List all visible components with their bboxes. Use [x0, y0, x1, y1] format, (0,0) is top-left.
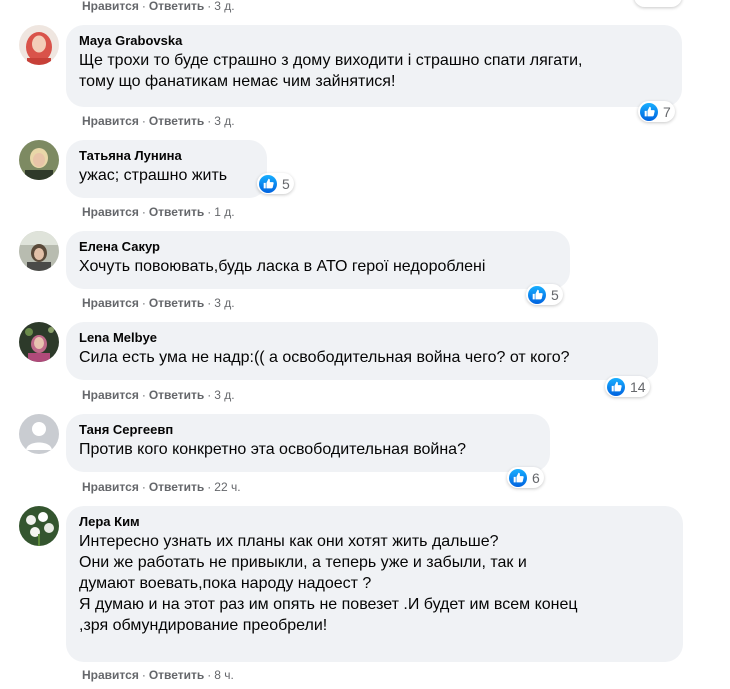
comment-bubble: Елена Сакур Хочуть повоювать,будь ласка …: [66, 231, 570, 289]
reaction-count-badge[interactable]: 5: [526, 284, 563, 305]
comment-bubble: Лера Ким Интересно узнать их планы как о…: [66, 506, 683, 662]
comment-text: Интересно узнать их планы как они хотят …: [79, 533, 578, 634]
comment-text: Хочуть повоювать,будь ласка в АТО герої …: [79, 258, 486, 275]
thumbs-up-icon: [259, 174, 277, 193]
avatar[interactable]: [19, 231, 59, 271]
comment-author[interactable]: Татьяна Лунина: [79, 148, 255, 164]
comment-bubble: Таня Сергеевп Против кого конкретно эта …: [66, 414, 550, 472]
reply-link[interactable]: Ответить: [149, 205, 204, 219]
reply-link[interactable]: Ответить: [149, 388, 204, 402]
comment-time[interactable]: 3 д.: [214, 296, 234, 310]
reply-link[interactable]: Ответить: [149, 480, 204, 494]
comment-author[interactable]: Лера Ким: [79, 514, 671, 530]
avatar[interactable]: [19, 25, 59, 65]
comment-text: ужас; страшно жить: [79, 167, 228, 184]
reaction-count-badge[interactable]: 7: [638, 101, 675, 122]
comment-text: Ще трохи то буде страшно з дому виходити…: [79, 52, 583, 90]
like-link[interactable]: Нравится: [82, 480, 139, 494]
thumbs-up-icon: [528, 285, 546, 304]
comment-author[interactable]: Maya Grabovska: [79, 33, 670, 49]
comment-author[interactable]: Елена Сакур: [79, 239, 558, 255]
like-link[interactable]: Нравится: [82, 388, 139, 402]
like-link[interactable]: Нравится: [82, 205, 139, 219]
comment-actions: Нравится · Ответить · 3 д.: [82, 388, 235, 402]
comment-bubble: Maya Grabovska Ще трохи то буде страшно …: [66, 25, 682, 107]
reaction-count-badge[interactable]: 6: [507, 467, 544, 488]
comment-author[interactable]: Таня Сергеевп: [79, 422, 538, 438]
comment-time[interactable]: 8 ч.: [214, 668, 234, 682]
reaction-count-badge[interactable]: [634, 0, 682, 7]
reply-link[interactable]: Ответить: [149, 114, 204, 128]
comment-text: Сила есть ума не надр:(( а освободительн…: [79, 349, 570, 366]
thumbs-up-icon: [640, 102, 658, 121]
comment-time[interactable]: 1 д.: [214, 205, 234, 219]
comment-author[interactable]: Lena Melbye: [79, 330, 646, 346]
avatar[interactable]: [19, 322, 59, 362]
comment-time[interactable]: 3 д.: [214, 388, 234, 402]
comment-actions: Нравится · Ответить · 22 ч.: [82, 480, 241, 494]
comment-actions: Нравится · Ответить · 8 ч.: [82, 668, 234, 682]
comment-actions: Нравится · Ответить · 3 д.: [82, 0, 235, 13]
avatar[interactable]: [19, 506, 59, 546]
comment-actions: Нравится · Ответить · 3 д.: [82, 296, 235, 310]
like-link[interactable]: Нравится: [82, 0, 139, 13]
thumbs-up-icon: [509, 468, 527, 487]
avatar[interactable]: [19, 414, 59, 454]
comment-time[interactable]: 22 ч.: [214, 480, 240, 494]
comment-actions: Нравится · Ответить · 3 д.: [82, 114, 235, 128]
comment-time[interactable]: 3 д.: [214, 114, 234, 128]
reply-link[interactable]: Ответить: [149, 668, 204, 682]
like-link[interactable]: Нравится: [82, 296, 139, 310]
reply-link[interactable]: Ответить: [149, 296, 204, 310]
like-link[interactable]: Нравится: [82, 114, 139, 128]
comment-text: Против кого конкретно эта освободительна…: [79, 441, 466, 458]
comment-bubble: Lena Melbye Сила есть ума не надр:(( а о…: [66, 322, 658, 380]
comment-time[interactable]: 3 д.: [214, 0, 234, 13]
like-link[interactable]: Нравится: [82, 668, 139, 682]
reply-link[interactable]: Ответить: [149, 0, 204, 13]
reaction-count-badge[interactable]: 5: [257, 173, 294, 194]
comment-bubble: Татьяна Лунина ужас; страшно жить: [66, 140, 267, 198]
reaction-count-badge[interactable]: 14: [605, 376, 650, 397]
avatar[interactable]: [19, 140, 59, 180]
comment-actions: Нравится · Ответить · 1 д.: [82, 205, 235, 219]
thumbs-up-icon: [607, 377, 625, 396]
